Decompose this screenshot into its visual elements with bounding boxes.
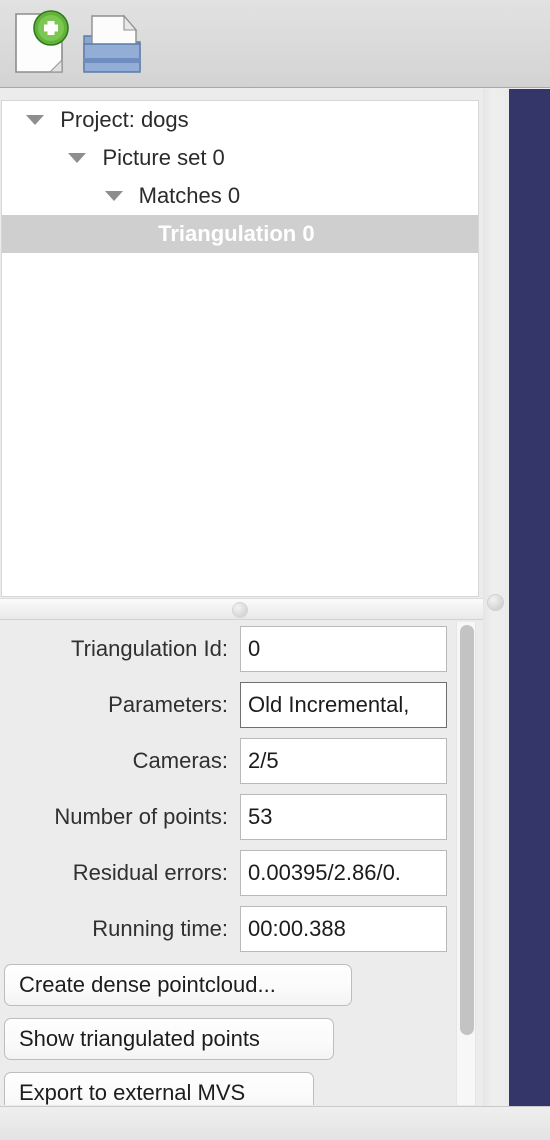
chevron-down-icon[interactable]	[104, 190, 123, 201]
field-label: Residual errors:	[72, 860, 228, 885]
field-label: Cameras:	[132, 748, 228, 773]
field-row-residual-errors: Residual errors: 0.00395/2.86/0.	[0, 850, 450, 896]
field-row-triangulation-id: Triangulation Id: 0	[0, 626, 450, 672]
field-row-cameras: Cameras: 2/5	[0, 738, 450, 784]
show-triangulated-points-button[interactable]: Show triangulated points	[4, 1018, 334, 1060]
splitter-grip-handle[interactable]	[488, 595, 503, 610]
tree-row[interactable]: Picture set 0	[2, 139, 478, 177]
application-window: Project: dogs Picture set 0 Matches 0 Tr…	[0, 0, 550, 1140]
field-label: Number of points:	[54, 804, 228, 829]
tree-row-label: Picture set 0	[102, 145, 225, 170]
open-folder-icon	[83, 14, 141, 73]
splitter-grip-handle[interactable]	[233, 603, 247, 617]
chevron-down-icon[interactable]	[68, 152, 87, 163]
project-tree[interactable]: Project: dogs Picture set 0 Matches 0 Tr…	[1, 100, 479, 597]
status-bar	[0, 1106, 550, 1140]
tree-row-label: Matches 0	[138, 183, 241, 208]
cameras-input[interactable]: 2/5	[240, 738, 447, 784]
vertical-splitter[interactable]	[483, 89, 509, 1140]
scrollbar-thumb[interactable]	[460, 625, 474, 1035]
properties-panel: Triangulation Id: 0 Parameters: Old Incr…	[0, 620, 483, 1105]
tree-row-label: Project: dogs	[60, 107, 189, 132]
running-time-input[interactable]: 00:00.388	[240, 906, 447, 952]
export-to-external-mvs-button[interactable]: Export to external MVS	[4, 1072, 314, 1105]
3d-viewport[interactable]	[509, 89, 550, 1140]
tree-row[interactable]: Matches 0	[2, 177, 478, 215]
field-label: Triangulation Id:	[71, 636, 228, 661]
tree-row-label: Triangulation 0	[158, 221, 315, 246]
number-of-points-input[interactable]: 53	[240, 794, 447, 840]
parameters-input[interactable]: Old Incremental,	[240, 682, 447, 728]
tree-row[interactable]: Project: dogs	[2, 101, 478, 139]
properties-scrollbar[interactable]	[456, 622, 476, 1105]
tree-row-triangulation-0[interactable]: Triangulation 0	[2, 215, 478, 253]
field-row-running-time: Running time: 00:00.388	[0, 906, 450, 952]
open-project-button[interactable]	[78, 10, 146, 78]
new-project-button[interactable]	[6, 10, 74, 78]
field-row-number-of-points: Number of points: 53	[0, 794, 450, 840]
triangulation-id-input[interactable]: 0	[240, 626, 447, 672]
main-toolbar	[0, 0, 550, 88]
field-label: Parameters:	[108, 692, 228, 717]
new-document-icon	[15, 10, 69, 73]
horizontal-splitter[interactable]	[0, 598, 483, 620]
residual-errors-input[interactable]: 0.00395/2.86/0.	[240, 850, 447, 896]
create-dense-pointcloud-button[interactable]: Create dense pointcloud...	[4, 964, 352, 1006]
field-row-parameters: Parameters: Old Incremental,	[0, 682, 450, 728]
chevron-down-icon[interactable]	[26, 114, 45, 125]
field-label: Running time:	[92, 916, 228, 941]
